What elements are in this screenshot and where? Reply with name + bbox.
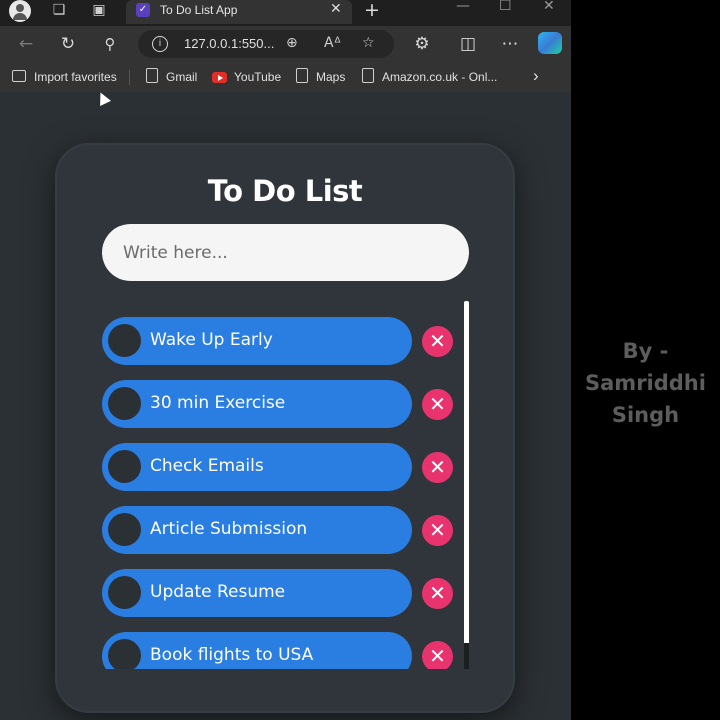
maximize-icon[interactable]: ☐ xyxy=(499,0,512,14)
import-favorites-icon xyxy=(12,70,26,82)
task-checkbox[interactable] xyxy=(108,450,141,483)
copilot-icon[interactable] xyxy=(538,32,562,54)
task-pill[interactable]: 30 min Exercise xyxy=(102,380,412,428)
task-checkbox[interactable] xyxy=(108,576,141,609)
address-toolbar: ← ↻ ⚲ i 127.0.0.1:550... ⊕ Aᐞ ☆ ⚙ ◫ ⋯ xyxy=(0,26,571,62)
task-item: Update Resume ✕ xyxy=(102,569,462,617)
favorite-star-icon[interactable]: ☆ xyxy=(362,35,375,51)
youtube-icon xyxy=(212,72,227,83)
delete-task-button[interactable]: ✕ xyxy=(422,389,453,420)
todo-card: To Do List Wake Up Early ✕ 30 min Exerci… xyxy=(55,143,515,713)
scrollbar-end xyxy=(464,643,469,669)
bookmark-amazon[interactable]: Amazon.co.uk - Onl... xyxy=(382,70,497,84)
minimize-icon[interactable]: — xyxy=(456,0,470,14)
task-label: Article Submission xyxy=(150,519,308,539)
profile-avatar-icon[interactable] xyxy=(9,0,31,22)
page-icon xyxy=(296,68,308,83)
task-item: Book flights to USA ✕ xyxy=(102,632,462,669)
page-icon xyxy=(146,68,158,83)
author-credit: By - Samriddhi Singh xyxy=(571,335,720,431)
delete-task-button[interactable]: ✕ xyxy=(422,641,453,669)
task-input[interactable] xyxy=(102,224,469,281)
workspaces-icon[interactable]: ❏ xyxy=(50,1,68,19)
delete-task-button[interactable]: ✕ xyxy=(422,515,453,546)
task-item: 30 min Exercise ✕ xyxy=(102,380,462,428)
page-icon xyxy=(362,68,374,83)
zoom-icon[interactable]: ⊕ xyxy=(286,35,298,51)
delete-task-button[interactable]: ✕ xyxy=(422,452,453,483)
credit-line-1: By - xyxy=(622,339,669,363)
more-bookmarks-chevron-icon[interactable]: › xyxy=(533,66,539,86)
read-aloud-icon[interactable]: Aᐞ xyxy=(324,35,341,51)
bookmark-maps[interactable]: Maps xyxy=(316,70,345,84)
extensions-icon[interactable]: ⚙ xyxy=(412,34,432,54)
credit-line-2: Samriddhi xyxy=(585,371,706,395)
bookmarks-bar: Import favorites Gmail YouTube Maps Amaz… xyxy=(0,62,571,92)
task-item: Article Submission ✕ xyxy=(102,506,462,554)
tab-bar: ❏ ▣ ✓ To Do List App ✕ + — ☐ ✕ xyxy=(0,0,571,26)
url-text[interactable]: 127.0.0.1:550... xyxy=(184,36,274,51)
window-close-icon[interactable]: ✕ xyxy=(543,0,555,14)
search-icon[interactable]: ⚲ xyxy=(100,34,120,54)
tab-favicon-icon: ✓ xyxy=(136,3,150,17)
bookmark-gmail[interactable]: Gmail xyxy=(166,70,197,84)
tab-actions-icon[interactable]: ▣ xyxy=(90,1,108,19)
task-checkbox[interactable] xyxy=(108,324,141,357)
url-field[interactable]: i 127.0.0.1:550... ⊕ Aᐞ ☆ xyxy=(138,30,394,58)
task-label: Book flights to USA xyxy=(150,645,314,665)
bookmarks-divider xyxy=(129,70,130,85)
task-pill[interactable]: Book flights to USA xyxy=(102,632,412,669)
task-label: 30 min Exercise xyxy=(150,393,286,413)
task-pill[interactable]: Article Submission xyxy=(102,506,412,554)
browser-window: ❏ ▣ ✓ To Do List App ✕ + — ☐ ✕ ← ↻ ⚲ i 1… xyxy=(0,0,571,720)
site-info-icon[interactable]: i xyxy=(152,36,168,52)
task-label: Check Emails xyxy=(150,456,264,476)
new-tab-button[interactable]: + xyxy=(364,0,380,21)
tab-close-icon[interactable]: ✕ xyxy=(330,1,342,17)
task-list[interactable]: Wake Up Early ✕ 30 min Exercise ✕ Check … xyxy=(102,317,462,669)
task-pill[interactable]: Check Emails xyxy=(102,443,412,491)
task-pill[interactable]: Wake Up Early xyxy=(102,317,412,365)
more-menu-icon[interactable]: ⋯ xyxy=(500,34,520,54)
page-title: To Do List xyxy=(207,174,363,208)
back-arrow-icon[interactable]: ← xyxy=(16,34,36,54)
task-checkbox[interactable] xyxy=(108,639,141,669)
task-label: Update Resume xyxy=(150,582,286,602)
task-checkbox[interactable] xyxy=(108,513,141,546)
delete-task-button[interactable]: ✕ xyxy=(422,326,453,357)
task-item: Wake Up Early ✕ xyxy=(102,317,462,365)
task-pill[interactable]: Update Resume xyxy=(102,569,412,617)
tab-todo-app[interactable]: ✓ To Do List App ✕ xyxy=(126,0,352,24)
task-label: Wake Up Early xyxy=(150,330,273,350)
delete-task-button[interactable]: ✕ xyxy=(422,578,453,609)
tab-title: To Do List App xyxy=(160,3,238,17)
split-screen-icon[interactable]: ◫ xyxy=(458,34,478,54)
bookmark-import-favorites[interactable]: Import favorites xyxy=(34,70,117,84)
task-list-scrollbar[interactable] xyxy=(464,301,469,669)
mouse-cursor-icon xyxy=(95,90,111,106)
credit-line-3: Singh xyxy=(611,403,680,427)
bookmark-youtube[interactable]: YouTube xyxy=(234,70,281,84)
refresh-icon[interactable]: ↻ xyxy=(58,34,78,54)
task-item: Check Emails ✕ xyxy=(102,443,462,491)
task-checkbox[interactable] xyxy=(108,387,141,420)
